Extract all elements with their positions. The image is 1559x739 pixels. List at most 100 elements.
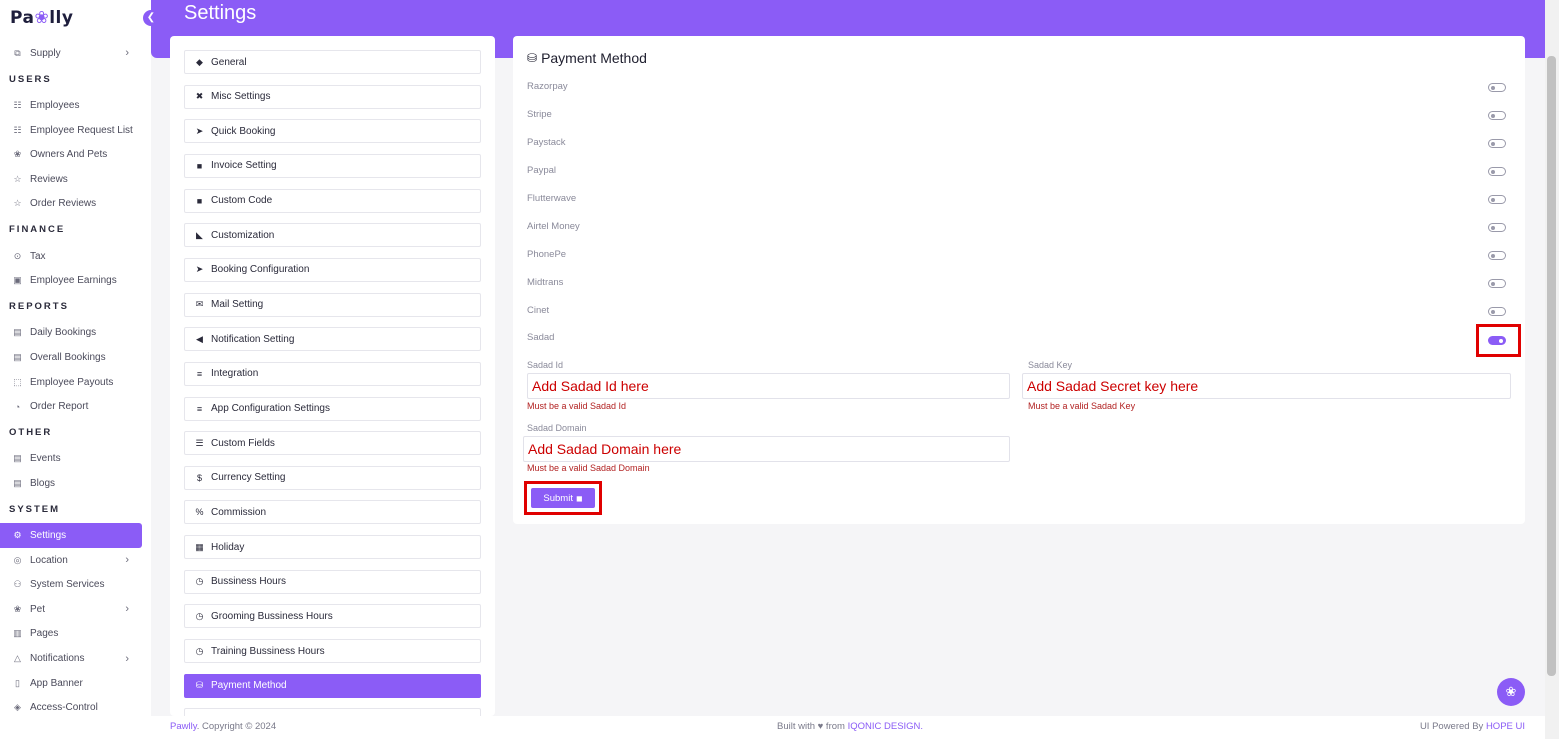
gateway-toggle-paypal[interactable]: [1488, 167, 1506, 176]
gateway-toggle-flutterwave[interactable]: [1488, 195, 1506, 204]
menu-integration[interactable]: ≡ Integration: [184, 361, 481, 386]
sidebar-item-settings[interactable]: ⚙ Settings: [0, 523, 142, 548]
menu-payment-method[interactable]: ⛁ Payment Method: [184, 673, 481, 698]
gateway-toggle-razorpay[interactable]: [1488, 83, 1506, 92]
menu-item-label: App Configuration Settings: [211, 403, 330, 414]
submit-button[interactable]: Submit ◼: [531, 488, 595, 508]
gateway-toggle-phonepe[interactable]: [1488, 251, 1506, 260]
menu-item-label: Custom Code: [211, 195, 273, 207]
sidebar-item-label: Employee Earnings: [30, 275, 117, 287]
footer-powered-by: UI Powered By HOPE UI: [1420, 721, 1525, 732]
sadad-domain-input[interactable]: [523, 436, 1010, 462]
sidebar-item-employee-payouts[interactable]: ⬚ Employee Payouts: [0, 370, 151, 395]
payment-method-title-text: Payment Method: [541, 50, 647, 66]
menu-booking-configuration[interactable]: ➤ Booking Configuration: [184, 257, 481, 282]
pet-icon: ❀: [13, 603, 22, 614]
gateway-toggle-stripe[interactable]: [1488, 111, 1506, 120]
menu-next-partial[interactable]: [184, 708, 481, 716]
sidebar-item-tax[interactable]: ⊙ Tax: [0, 244, 151, 269]
page-scrollbar[interactable]: [1545, 0, 1559, 739]
sidebar-item-reviews[interactable]: ☆ Reviews: [0, 167, 151, 192]
sidebar-item-owners-and-pets[interactable]: ❀ Owners And Pets: [0, 142, 151, 167]
gateway-row-paypal: Paypal: [527, 165, 1509, 183]
toggle-knob: [1491, 169, 1495, 174]
sidebar-item-pages[interactable]: ▥ Pages: [0, 622, 151, 647]
menu-bussiness-hours[interactable]: ◷ Bussiness Hours: [184, 569, 481, 594]
gateway-toggle-sadad[interactable]: [1488, 336, 1506, 345]
holiday-icon: ▦: [195, 541, 204, 552]
sidebar-item-events[interactable]: ▤ Events: [0, 447, 151, 472]
sidebar-item-blogs[interactable]: ▤ Blogs: [0, 471, 151, 496]
customization-icon: ◣: [196, 229, 203, 240]
scrollbar-thumb[interactable]: [1547, 56, 1556, 676]
sidebar-item-location[interactable]: ◎ Location ›: [0, 548, 151, 573]
toggle-knob: [1491, 309, 1495, 314]
menu-currency-setting[interactable]: $ Currency Setting: [184, 465, 481, 490]
sidebar-item-system-services[interactable]: ⚇ System Services: [0, 572, 151, 597]
sidebar-item-employee-earnings[interactable]: ▣ Employee Earnings: [0, 268, 151, 293]
menu-commission[interactable]: % Commission: [184, 500, 481, 525]
sidebar-item-label: Owners And Pets: [30, 149, 108, 161]
menu-misc-settings[interactable]: ✖ Misc Settings: [184, 84, 481, 109]
menu-mail-setting[interactable]: ✉ Mail Setting: [184, 292, 481, 317]
gateway-label-flutterwave: Flutterwave: [527, 193, 577, 204]
sadad-key-label: Sadad Key: [1028, 360, 1073, 370]
sidebar-item-label: Pages: [30, 628, 59, 640]
footer-brand-link[interactable]: Pawlly: [170, 721, 197, 732]
sidebar-item-overall-bookings[interactable]: ▤ Overall Bookings: [0, 345, 151, 370]
toggle-knob: [1491, 113, 1495, 118]
sidebar-item-supply[interactable]: ⧉ Supply ›: [0, 41, 151, 66]
sidebar-item-daily-bookings[interactable]: ▤ Daily Bookings: [0, 321, 151, 346]
menu-custom-fields[interactable]: ☰ Custom Fields: [184, 431, 481, 456]
sidebar-item-label: Daily Bookings: [30, 327, 97, 339]
chevron-right-icon: ›: [125, 554, 129, 567]
menu-customization[interactable]: ◣ Customization: [184, 223, 481, 248]
sadad-domain-label: Sadad Domain: [527, 423, 587, 433]
floating-action-button[interactable]: ❀: [1497, 678, 1525, 706]
sidebar-item-order-report[interactable]: ◔ Order Report: [0, 394, 151, 419]
gateway-toggle-paystack[interactable]: [1488, 139, 1506, 148]
toggle-knob: [1491, 85, 1495, 90]
menu-invoice-setting[interactable]: ■ Invoice Setting: [184, 153, 481, 178]
sadad-key-input[interactable]: [1022, 373, 1511, 399]
menu-quick-booking[interactable]: ➤ Quick Booking: [184, 119, 481, 144]
toggle-knob: [1491, 141, 1495, 146]
gateway-toggle-midtrans[interactable]: [1488, 279, 1506, 288]
menu-app-configuration-settings[interactable]: ≡ App Configuration Settings: [184, 396, 481, 421]
sidebar-item-label: Reviews: [30, 173, 68, 185]
order-reviews-icon: ☆: [13, 198, 22, 209]
sidebar-item-employees[interactable]: ☷ Employees: [0, 93, 151, 118]
menu-notification-setting[interactable]: ◀ Notification Setting: [184, 327, 481, 352]
sidebar-collapse-button[interactable]: ❮: [143, 10, 159, 26]
menu-grooming-bussiness-hours[interactable]: ◷ Grooming Bussiness Hours: [184, 604, 481, 629]
sidebar-section-system: SYSTEM: [9, 503, 61, 515]
sidebar-item-order-reviews[interactable]: ☆ Order Reviews: [0, 192, 151, 217]
menu-general[interactable]: ◆ General: [184, 50, 481, 74]
menu-training-bussiness-hours[interactable]: ◷ Training Bussiness Hours: [184, 639, 481, 664]
sidebar-item-pet[interactable]: ❀ Pet ›: [0, 597, 151, 622]
menu-item-label: Invoice Setting: [211, 160, 277, 172]
footer-iqonic-link[interactable]: IQONIC DESIGN.: [848, 721, 923, 732]
chevron-right-icon: ›: [125, 603, 129, 616]
logo[interactable]: Pa❀lly: [10, 8, 73, 28]
gateway-row-sadad: Sadad: [527, 332, 1509, 350]
sidebar-item-access-control[interactable]: ◈ Access-Control: [0, 695, 151, 720]
supply-icon: ⧉: [14, 47, 21, 58]
menu-item-label: Customization: [211, 229, 275, 241]
sidebar-item-notifications[interactable]: △ Notifications ›: [0, 646, 151, 671]
sidebar-section-reports: REPORTS: [9, 301, 69, 313]
gateway-toggle-airtel-money[interactable]: [1488, 223, 1506, 232]
gateway-row-cinet: Cinet: [527, 305, 1509, 323]
sidebar-item-app-banner[interactable]: ▯ App Banner: [0, 671, 151, 696]
commission-icon: %: [195, 507, 204, 518]
sadad-id-input[interactable]: [527, 373, 1010, 399]
gateway-label-stripe: Stripe: [527, 109, 552, 120]
sidebar-item-label: Settings: [30, 530, 67, 542]
sidebar-item-employee-request-list[interactable]: ☷ Employee Request List: [0, 118, 151, 143]
footer-hopeui-link[interactable]: HOPE UI: [1486, 721, 1525, 732]
menu-custom-code[interactable]: ■ Custom Code: [184, 188, 481, 213]
chevron-right-icon: ›: [125, 652, 129, 665]
settings-menu: ◆ General ✖ Misc Settings ➤ Quick Booking ■ Inv…: [170, 36, 495, 716]
gateway-toggle-cinet[interactable]: [1488, 307, 1506, 316]
menu-holiday[interactable]: ▦ Holiday: [184, 535, 481, 560]
